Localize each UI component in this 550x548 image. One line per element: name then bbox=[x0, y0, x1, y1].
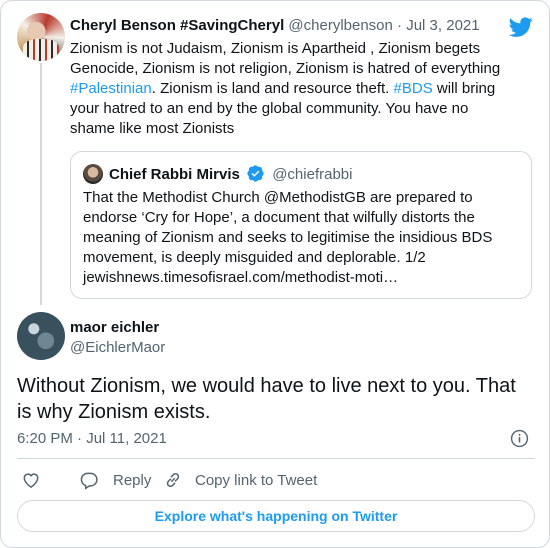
hashtag-link[interactable]: #Palestinian bbox=[70, 80, 152, 97]
quoted-tweet[interactable]: Chief Rabbi Mirvis @chiefrabbi That the … bbox=[70, 151, 532, 299]
avatar[interactable] bbox=[17, 13, 65, 61]
thread-connector-line bbox=[40, 63, 42, 305]
link-icon bbox=[166, 472, 180, 488]
tweet-timestamp[interactable]: 6:20 PM · Jul 11, 2021 bbox=[17, 430, 167, 448]
heart-icon bbox=[23, 473, 39, 488]
info-icon[interactable] bbox=[510, 429, 529, 448]
embedded-tweet-card: Cheryl Benson #SavingCheryl @cherylbenso… bbox=[0, 0, 550, 548]
tweet-date[interactable]: Jul 3, 2021 bbox=[406, 17, 479, 34]
main-tweet-text: Without Zionism, we would have to live n… bbox=[17, 375, 516, 423]
verified-badge-icon bbox=[247, 165, 264, 182]
twitter-logo-icon[interactable] bbox=[509, 15, 533, 39]
author-name: Chief Rabbi Mirvis bbox=[109, 166, 240, 183]
tweet-text-part: Zionism is not Judaism, Zionism is Apart… bbox=[70, 40, 501, 77]
quoted-tweet-header: Chief Rabbi Mirvis @chiefrabbi bbox=[109, 165, 352, 184]
hashtag-link[interactable]: #BDS bbox=[394, 80, 433, 97]
author-handle[interactable]: @cherylbenson bbox=[288, 17, 392, 34]
like-button[interactable] bbox=[21, 467, 41, 493]
avatar bbox=[83, 164, 103, 184]
reply-label: Reply bbox=[113, 471, 152, 489]
copy-link-button[interactable]: Copy link to Tweet bbox=[163, 467, 317, 493]
quoted-tweet-text: That the Methodist Church @MethodistGB a… bbox=[83, 189, 493, 286]
parent-tweet-header: Cheryl Benson #SavingCheryl @cherylbenso… bbox=[70, 17, 480, 35]
author-handle[interactable]: @EichlerMaor bbox=[70, 339, 165, 357]
tweet-actions: Reply Copy link to Tweet bbox=[17, 467, 535, 493]
separator: · bbox=[397, 17, 403, 34]
author-handle: @chiefrabbi bbox=[272, 166, 353, 183]
tweet-text-part: . Zionism is land and resource theft. bbox=[151, 80, 394, 97]
reply-icon bbox=[80, 472, 98, 490]
copy-link-label: Copy link to Tweet bbox=[195, 471, 318, 489]
divider bbox=[17, 458, 535, 459]
explore-twitter-button[interactable]: Explore what's happening on Twitter bbox=[17, 500, 535, 532]
reply-button[interactable]: Reply bbox=[79, 467, 151, 493]
avatar[interactable] bbox=[17, 312, 65, 360]
author-name[interactable]: maor eichler bbox=[70, 319, 159, 337]
author-name[interactable]: Cheryl Benson #SavingCheryl bbox=[70, 17, 284, 34]
parent-tweet-text: Zionism is not Judaism, Zionism is Apart… bbox=[70, 39, 510, 139]
